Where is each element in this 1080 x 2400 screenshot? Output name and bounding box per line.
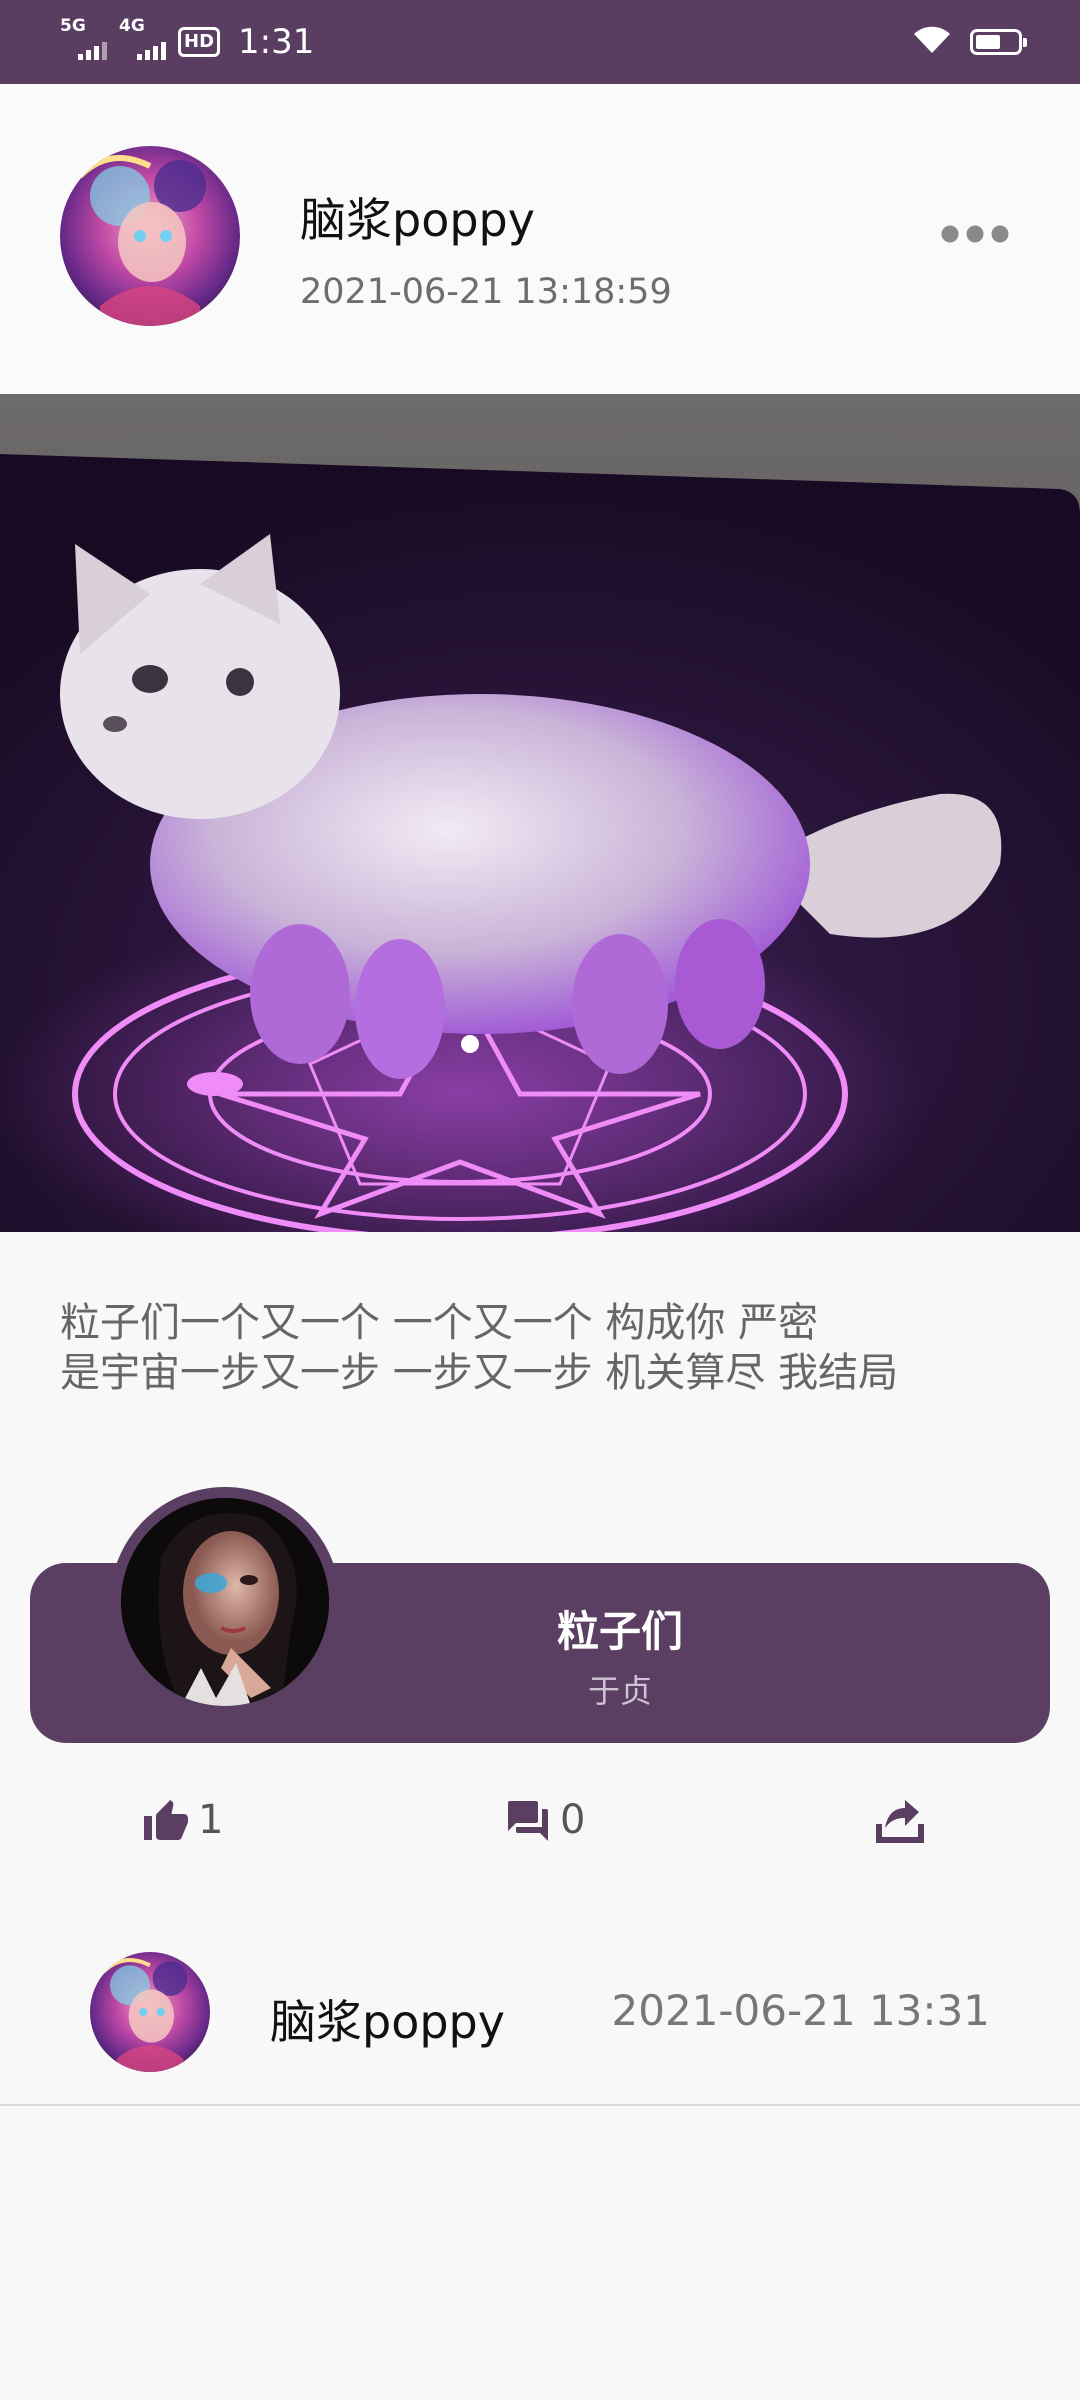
status-time: 1:31 xyxy=(238,22,315,62)
network-label-4g: 4G xyxy=(119,16,145,36)
post-timestamp: 2021-06-21 13:18:59 xyxy=(300,272,672,312)
divider xyxy=(0,2104,1080,2106)
caption-line: 是宇宙一步又一步 一步又一步 机关算尽 我结局 xyxy=(60,1350,899,1396)
share-icon xyxy=(876,1800,924,1843)
comment-count: 0 xyxy=(560,1797,586,1843)
caption-line: 粒子们一个又一个 一个又一个 构成你 严密 xyxy=(60,1300,819,1346)
status-right xyxy=(912,0,1027,84)
comment-item[interactable]: 脑浆poppy 2021-06-21 13:31 xyxy=(0,1940,1080,2106)
like-count: 1 xyxy=(198,1797,224,1843)
comment-author-avatar[interactable] xyxy=(90,1952,210,2072)
author-avatar[interactable] xyxy=(60,146,240,326)
share-button[interactable] xyxy=(875,1790,925,1850)
post-header: 脑浆poppy 2021-06-21 13:18:59 xyxy=(0,84,1080,394)
post-image[interactable] xyxy=(0,394,1080,1232)
post-caption: 粒子们一个又一个 一个又一个 构成你 严密 是宇宙一步又一步 一步又一步 机关算… xyxy=(60,1298,1040,1398)
wifi-icon xyxy=(912,25,952,59)
author-name[interactable]: 脑浆poppy xyxy=(300,184,535,250)
song-artist: 于贞 xyxy=(587,1672,652,1710)
status-left: 5G 4G HD 1:31 xyxy=(60,0,314,84)
thumbs-up-icon xyxy=(144,1800,188,1840)
song-title: 粒子们 xyxy=(556,1607,683,1656)
comment-icon xyxy=(508,1801,548,1841)
battery-icon xyxy=(970,29,1027,55)
like-button[interactable]: 1 xyxy=(142,1790,223,1850)
comment-time: 2021-06-21 13:31 xyxy=(611,1986,990,2035)
comment-button[interactable]: 0 xyxy=(504,1790,585,1850)
signal-4g-icon: 4G xyxy=(119,16,166,60)
music-cover-art[interactable] xyxy=(121,1498,329,1706)
hd-voice-icon: HD xyxy=(178,27,221,57)
network-label-5g: 5G xyxy=(60,16,86,36)
status-bar: 5G 4G HD 1:31 xyxy=(0,0,1080,84)
battery-fill xyxy=(976,35,1000,49)
comment-author-name[interactable]: 脑浆poppy xyxy=(270,1986,505,2052)
more-dots-icon xyxy=(941,225,1009,243)
more-options-button[interactable] xyxy=(930,204,1020,264)
signal-5g-icon: 5G xyxy=(60,16,107,60)
